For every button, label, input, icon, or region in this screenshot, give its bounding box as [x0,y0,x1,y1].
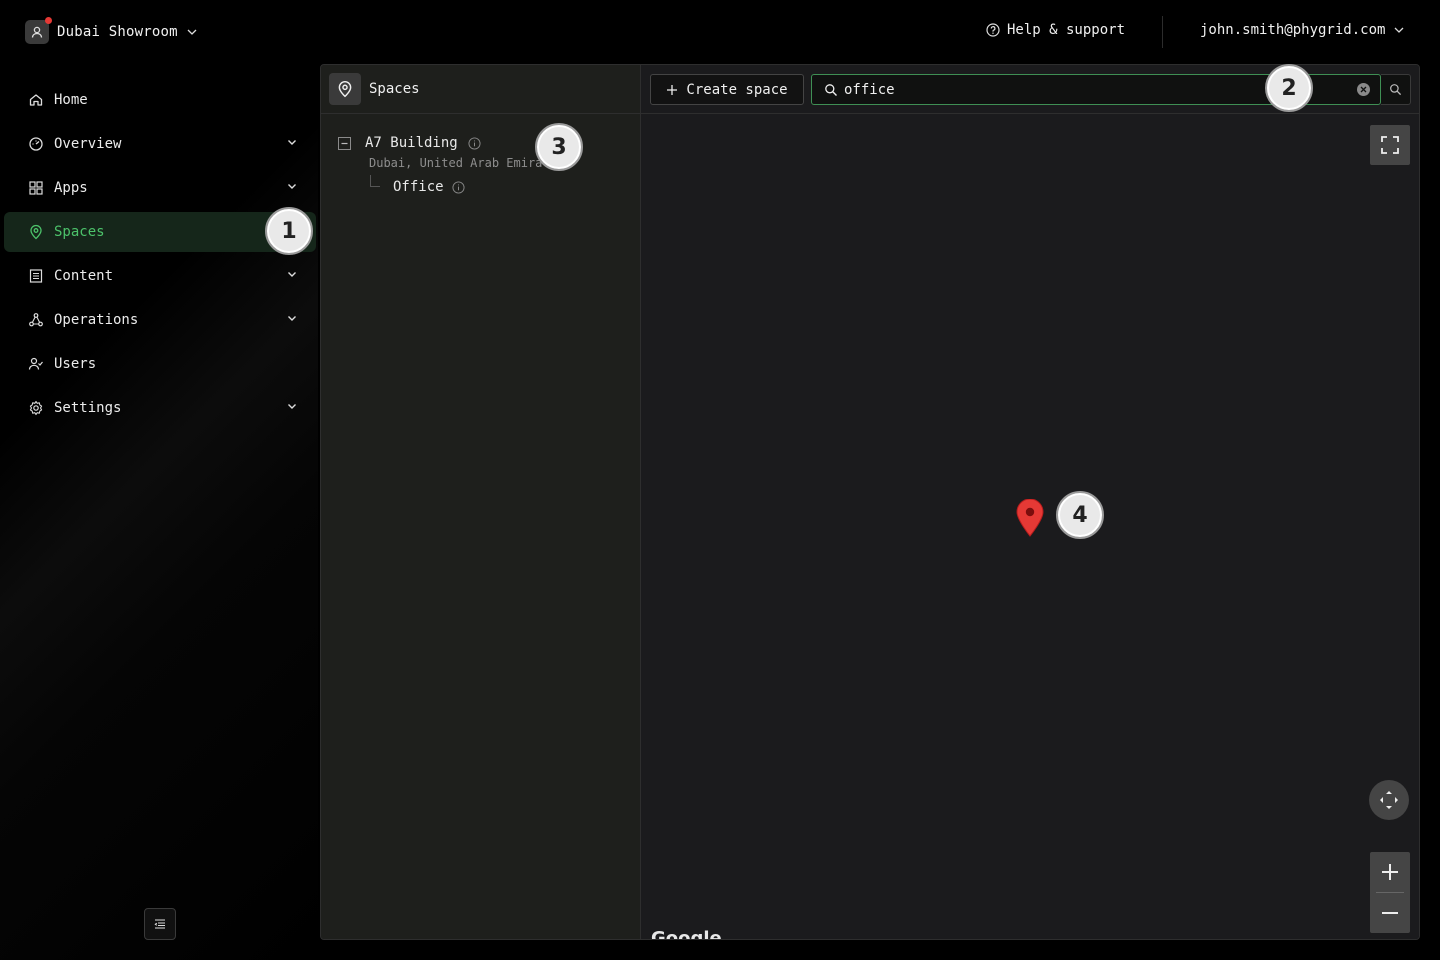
help-support-link[interactable]: Help & support [986,22,1125,38]
tree-node-name: Office [393,179,444,195]
user-menu[interactable]: john.smith@phygrid.com [1200,22,1405,38]
map-attribution: Google [651,928,722,939]
top-bar: Dubai Showroom Help & support john.smith… [0,0,1440,64]
info-icon[interactable] [468,136,481,150]
callout-2: 2 [1265,64,1313,112]
search-icon [825,83,837,96]
fullscreen-icon [1381,136,1399,154]
plus-icon [667,84,678,95]
help-label: Help & support [1007,22,1126,38]
clear-search-button[interactable] [1357,83,1370,96]
minus-icon [341,142,348,144]
sidebar [0,78,318,960]
create-space-button[interactable]: Create space [650,74,804,105]
sidebar-item-label: Content [54,268,114,284]
map-pan-button[interactable] [1369,780,1409,820]
org-name: Dubai Showroom [57,24,178,40]
tree-node-office[interactable]: Office [393,179,465,195]
user-email: john.smith@phygrid.com [1200,22,1386,38]
tree-branch-line [370,175,380,187]
sidebar-item-home[interactable]: Home [4,80,316,120]
callout-3: 3 [535,123,583,171]
spaces-header: Spaces [321,65,640,114]
minus-icon [1382,912,1398,914]
home-icon [29,94,43,106]
network-icon [29,313,43,327]
sidebar-item-label: Users [54,356,97,372]
zoom-out-button[interactable] [1370,893,1410,933]
plus-icon [1382,864,1398,880]
chevron-down-icon [288,140,296,145]
users-icon [28,357,43,370]
spaces-pane: Spaces A7 Building Dubai, United Arab Em… [321,65,641,939]
location-pin-icon [338,81,352,98]
sidebar-item-content[interactable]: Content [4,256,316,296]
chevron-down-icon [288,184,296,189]
chevron-down-icon [288,316,296,321]
sidebar-item-label: Settings [54,400,122,416]
search-icon [1390,84,1402,96]
sidebar-item-settings[interactable]: Settings [4,388,316,428]
sidebar-item-label: Overview [54,136,122,152]
org-switcher[interactable]: Dubai Showroom [25,17,198,44]
sidebar-item-operations[interactable]: Operations [4,300,316,340]
callout-4: 4 [1056,491,1104,539]
sidebar-item-users[interactable]: Users [4,344,316,384]
chevron-down-icon [288,404,296,409]
grid-icon [29,181,43,195]
sidebar-item-label: Apps [54,180,88,196]
zoom-control [1370,852,1410,933]
fullscreen-button[interactable] [1370,125,1410,165]
pan-arrows-icon [1380,791,1398,809]
search-button[interactable] [1381,74,1411,105]
tree-node-subtitle: Dubai, United Arab Emirates [369,156,549,170]
close-icon [1360,86,1367,93]
map-pin-icon[interactable] [1016,499,1044,537]
list-icon [29,269,43,283]
tree-node-a7-building[interactable]: A7 Building [338,135,481,151]
sidebar-item-label: Spaces [54,224,105,240]
notification-dot [45,17,52,24]
collapse-node-button[interactable] [338,136,351,150]
collapse-sidebar-button[interactable] [144,908,176,940]
chevron-down-icon [1394,27,1404,33]
info-icon[interactable] [452,180,465,194]
location-pin-icon [30,224,42,240]
callout-1: 1 [265,207,313,255]
sidebar-item-apps[interactable]: Apps [4,168,316,208]
collapse-menu-icon [154,919,165,929]
tree-node-name: A7 Building [365,135,458,151]
org-avatar [25,17,52,44]
sidebar-item-label: Home [54,92,88,108]
chevron-down-icon [288,272,296,277]
user-icon [31,26,43,38]
gauge-icon [29,137,43,151]
map-view[interactable]: Google [641,115,1419,939]
gear-icon [29,400,43,416]
divider [1162,16,1163,48]
create-space-label: Create space [686,81,788,98]
spaces-icon-box [329,73,361,105]
main-panel: Spaces A7 Building Dubai, United Arab Em… [320,64,1420,940]
sidebar-item-label: Operations [54,312,139,328]
sidebar-item-overview[interactable]: Overview [4,124,316,164]
spaces-title: Spaces [369,81,420,97]
help-icon [986,23,1000,37]
zoom-in-button[interactable] [1370,852,1410,892]
chevron-down-icon [187,29,197,35]
